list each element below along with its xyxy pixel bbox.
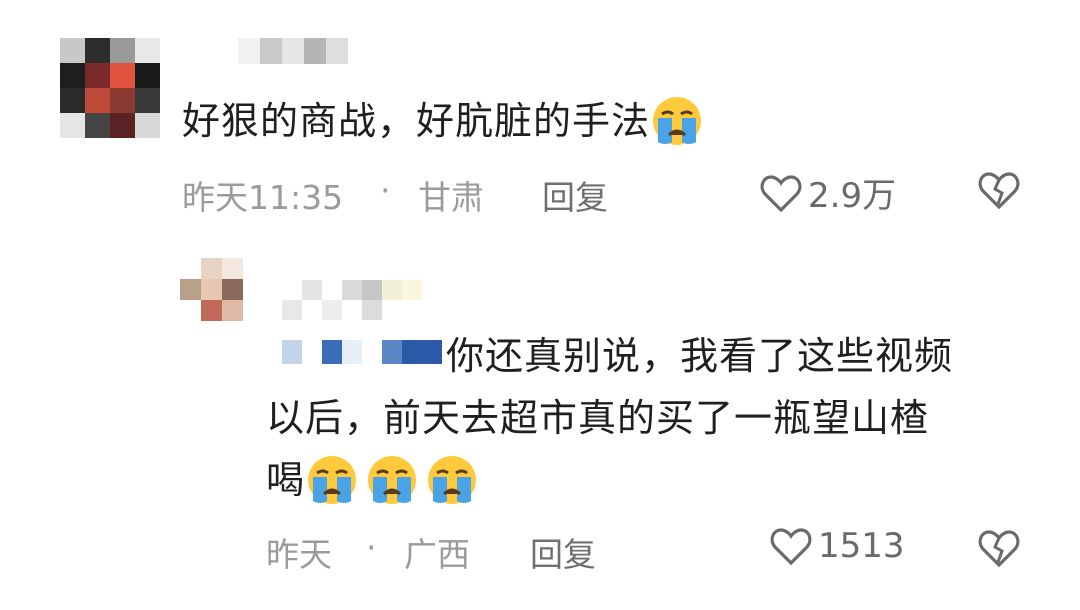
reply-button[interactable]: 回复	[542, 171, 608, 219]
heart-outline-icon	[770, 528, 812, 566]
mention-tag[interactable]	[282, 340, 442, 364]
like-button[interactable]: 2.9万	[760, 168, 896, 217]
comment-text: 好狠的商战，好肮脏的手法	[182, 91, 704, 151]
reply-text-line2: 以后，前天去超市真的买了一瓶望山楂	[266, 396, 930, 440]
crying-face-icon	[308, 455, 357, 504]
crying-face-icon	[428, 455, 477, 504]
reply-text: 你还真别说，我看了这些视频	[446, 334, 954, 378]
reply-time: 昨天	[266, 535, 332, 574]
heart-outline-icon	[760, 174, 802, 212]
reply-location: 广西	[404, 535, 470, 574]
meta-separator: ·	[380, 171, 391, 210]
reply-button[interactable]: 回复	[530, 528, 596, 576]
crying-face-icon	[368, 455, 417, 504]
like-button[interactable]: 1513	[770, 526, 905, 566]
like-count: 2.9万	[808, 176, 897, 216]
reply-avatar[interactable]	[180, 258, 244, 322]
meta-separator: ·	[366, 528, 377, 567]
reply-username[interactable]	[282, 280, 422, 320]
comment-time: 昨天11:35	[182, 178, 344, 217]
like-count: 1513	[818, 526, 905, 566]
broken-heart-icon[interactable]	[978, 170, 1020, 210]
avatar[interactable]	[60, 38, 160, 138]
reply-text-line3: 喝	[266, 450, 479, 510]
username[interactable]	[238, 38, 348, 64]
crying-face-icon	[653, 96, 702, 145]
broken-heart-icon[interactable]	[978, 528, 1020, 568]
comment-location: 甘肃	[418, 178, 484, 217]
